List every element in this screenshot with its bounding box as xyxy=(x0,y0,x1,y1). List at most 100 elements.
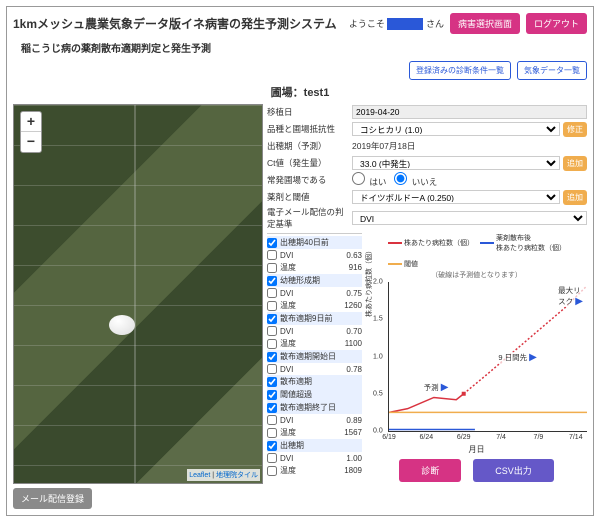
check-row: 閾値超過 xyxy=(267,388,362,401)
check-label: DVI xyxy=(280,416,333,425)
check-toggle[interactable] xyxy=(267,301,277,311)
user-badge xyxy=(387,18,423,30)
check-toggle[interactable] xyxy=(267,415,277,425)
check-label: 幼穂形成期 xyxy=(280,275,362,286)
check-toggle[interactable] xyxy=(267,339,277,349)
map-attribution: Leaflet | 地理院タイル xyxy=(187,469,260,481)
transplant-label: 移植日 xyxy=(267,106,349,118)
check-toggle[interactable] xyxy=(267,390,277,400)
check-value: 1260 xyxy=(336,301,362,310)
check-label: 出穂期40日前 xyxy=(280,237,362,248)
mail-register-button[interactable]: メール配信登録 xyxy=(13,488,92,509)
check-toggle[interactable] xyxy=(267,238,277,248)
check-row: 温度1260 xyxy=(267,299,362,312)
chart-annotation: 予測 ▶ xyxy=(423,382,450,393)
check-label: DVI xyxy=(280,251,333,260)
field-heading: 圃場：test1 xyxy=(13,84,587,100)
check-value: 1567 xyxy=(336,428,362,437)
check-label: 温度 xyxy=(280,262,333,273)
check-row: DVI0.70 xyxy=(267,325,362,337)
check-row: 温度1567 xyxy=(267,426,362,439)
check-row: 散布適期9日前 xyxy=(267,312,362,325)
check-label: 温度 xyxy=(280,427,333,438)
chemical-add-button[interactable]: 追加 xyxy=(563,190,587,205)
chemical-select[interactable]: ドイツボルドーA (0.250) xyxy=(352,190,560,204)
heading-label: 出穂期（予測） xyxy=(267,140,349,152)
regular-no[interactable]: いいえ xyxy=(394,172,437,188)
check-row: 幼穂形成期 xyxy=(267,274,362,287)
check-label: DVI xyxy=(280,365,333,374)
check-row: 温度1809 xyxy=(267,464,362,477)
check-value: 1100 xyxy=(336,339,362,348)
check-toggle[interactable] xyxy=(267,326,277,336)
check-label: 閾値超過 xyxy=(280,389,362,400)
variety-select[interactable]: コシヒカリ (1.0) xyxy=(352,122,560,136)
check-label: 散布適期9日前 xyxy=(280,313,362,324)
transplant-input[interactable] xyxy=(352,105,587,119)
check-row: DVI0.89 xyxy=(267,414,362,426)
forecast-chart: 株あたり病粒数（個） 0.00.51.01.52.06/196/246/297/… xyxy=(388,282,587,432)
mail-label: 電子メール配信の判定基準 xyxy=(267,206,349,230)
check-row: DVI1.00 xyxy=(267,452,362,464)
regular-label: 常発圃場である xyxy=(267,174,349,186)
check-row: 温度916 xyxy=(267,261,362,274)
ct-label: Ct値（発生量） xyxy=(267,157,349,169)
logout-button[interactable]: ログアウト xyxy=(526,13,587,34)
x-axis-label: 月日 xyxy=(366,444,587,455)
check-toggle[interactable] xyxy=(267,403,277,413)
saved-conditions-button[interactable]: 登録済みの診断条件一覧 xyxy=(409,61,511,80)
ct-add-button[interactable]: 追加 xyxy=(563,156,587,171)
ct-select[interactable]: 33.0 (中発生) xyxy=(352,156,560,170)
check-label: 散布適期開始日 xyxy=(280,351,362,362)
check-label: DVI xyxy=(280,327,333,336)
check-value: 0.89 xyxy=(336,416,362,425)
weather-list-button[interactable]: 気象データ一覧 xyxy=(517,61,587,80)
leaflet-link[interactable]: Leaflet xyxy=(189,472,210,479)
check-value: 1.00 xyxy=(336,454,362,463)
check-toggle[interactable] xyxy=(267,352,277,362)
check-value: 0.70 xyxy=(336,327,362,336)
map[interactable]: + − Leaflet | 地理院タイル xyxy=(13,104,263,484)
chart-legend: 株あたり病粒数（個） 薬剤散布後 株あたり病粒数（個） 閾値 xyxy=(366,233,587,269)
map-marker xyxy=(109,315,135,335)
variety-label: 品種と圃場抵抗性 xyxy=(267,123,349,135)
diagnose-button[interactable]: 診断 xyxy=(399,459,461,482)
check-row: DVI0.63 xyxy=(267,249,362,261)
check-toggle[interactable] xyxy=(267,453,277,463)
chart-annotation: 9 日間先 ▶ xyxy=(497,352,538,363)
zoom-in-button[interactable]: + xyxy=(21,112,41,132)
check-toggle[interactable] xyxy=(267,250,277,260)
check-toggle[interactable] xyxy=(267,276,277,286)
check-value: 916 xyxy=(336,263,362,272)
check-toggle[interactable] xyxy=(267,364,277,374)
check-row: 出穂期40日前 xyxy=(267,236,362,249)
check-value: 0.75 xyxy=(336,289,362,298)
checkpoint-list: 出穂期40日前DVI0.63温度916幼穂形成期DVI0.75温度1260散布適… xyxy=(267,233,362,482)
check-label: 温度 xyxy=(280,465,333,476)
check-value: 0.63 xyxy=(336,251,362,260)
regular-yes[interactable]: はい xyxy=(352,172,386,188)
zoom-control: + − xyxy=(20,111,42,153)
heading-value: 2019年07月18日 xyxy=(352,140,587,152)
check-toggle[interactable] xyxy=(267,263,277,273)
csv-button[interactable]: CSV出力 xyxy=(473,459,554,482)
zoom-out-button[interactable]: − xyxy=(21,132,41,152)
variety-edit-button[interactable]: 修正 xyxy=(563,122,587,137)
page-subtitle: 稲こうじ病の薬剤散布適期判定と発生予測 xyxy=(21,40,587,55)
check-row: 散布適期 xyxy=(267,375,362,388)
check-toggle[interactable] xyxy=(267,314,277,324)
check-value: 0.78 xyxy=(336,365,362,374)
select-disease-button[interactable]: 病害選択画面 xyxy=(450,13,520,34)
check-row: 出穂期 xyxy=(267,439,362,452)
check-toggle[interactable] xyxy=(267,377,277,387)
mail-select[interactable]: DVI xyxy=(352,211,587,225)
tiles-link[interactable]: 地理院タイル xyxy=(216,472,258,479)
check-toggle[interactable] xyxy=(267,441,277,451)
check-row: 温度1100 xyxy=(267,337,362,350)
check-label: 温度 xyxy=(280,300,333,311)
check-toggle[interactable] xyxy=(267,428,277,438)
check-row: 散布適期開始日 xyxy=(267,350,362,363)
check-toggle[interactable] xyxy=(267,288,277,298)
check-toggle[interactable] xyxy=(267,466,277,476)
check-label: 出穂期 xyxy=(280,440,362,451)
